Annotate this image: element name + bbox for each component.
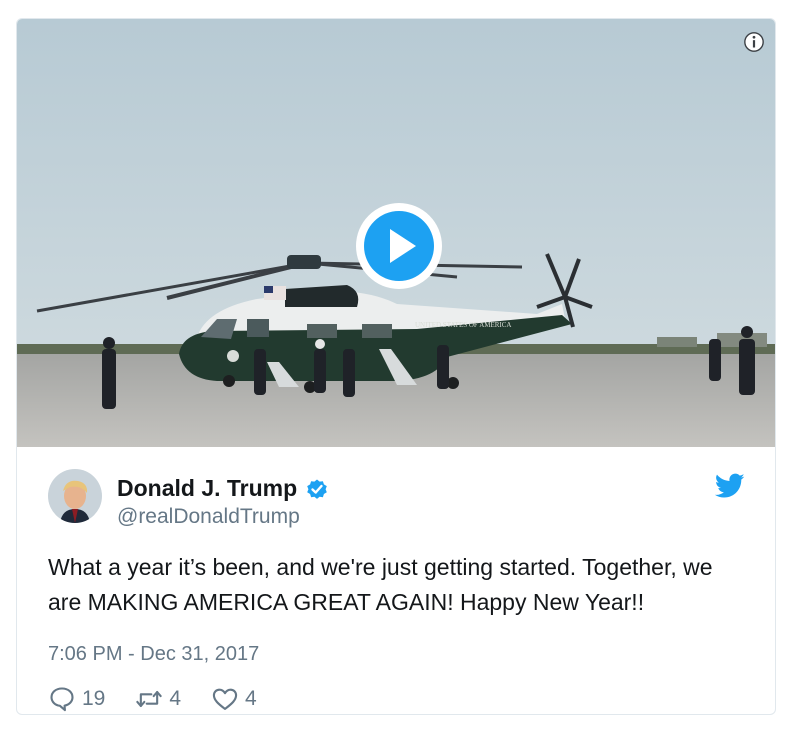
- heart-icon: [212, 688, 238, 710]
- reply-count: 19: [82, 687, 106, 710]
- play-icon[interactable]: [354, 201, 444, 291]
- like-button[interactable]: 4: [211, 685, 257, 713]
- retweet-button[interactable]: 4: [135, 685, 181, 713]
- tweet-actions: 19 4 4: [48, 685, 287, 713]
- video-media[interactable]: UNITED STATES OF AMERICA: [17, 19, 775, 447]
- avatar[interactable]: [48, 469, 102, 523]
- info-icon[interactable]: [743, 31, 765, 53]
- embedded-tweet-card: UNITED STATES OF AMERICA Donald J. Trump…: [16, 18, 776, 715]
- twitter-bird-icon[interactable]: [715, 473, 745, 499]
- reply-button[interactable]: 19: [48, 685, 105, 713]
- author-name-row: Donald J. Trump: [117, 475, 329, 502]
- tweet-text: What a year it’s been, and we're just ge…: [48, 554, 713, 615]
- svg-text:UNITED STATES OF AMERICA: UNITED STATES OF AMERICA: [415, 321, 511, 329]
- retweet-count: 4: [169, 687, 182, 710]
- author-handle[interactable]: @realDonaldTrump: [117, 505, 300, 529]
- tweet-timestamp[interactable]: 7:06 PM - Dec 31, 2017: [48, 643, 259, 666]
- author-display-name[interactable]: Donald J. Trump: [117, 475, 297, 502]
- like-count: 4: [245, 687, 257, 710]
- verified-badge-icon: [307, 479, 327, 499]
- tweet-body: Donald J. Trump @realDonaldTrump What a …: [17, 447, 775, 714]
- reply-icon: [50, 687, 74, 712]
- retweet-icon: [136, 690, 163, 708]
